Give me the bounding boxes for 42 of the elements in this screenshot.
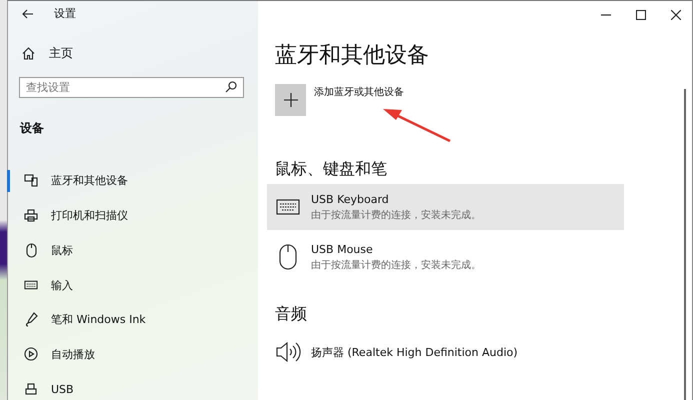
close-icon <box>671 10 681 20</box>
device-item[interactable]: 扬声器 (Realtek High Definition Audio) <box>267 329 624 375</box>
sidebar-item[interactable]: 自动播放 <box>7 344 258 366</box>
search-icon <box>225 81 237 94</box>
device-name: USB Keyboard <box>311 192 390 206</box>
sidebar-item[interactable]: 打印机和扫描仪 <box>7 204 258 227</box>
device-icon <box>24 174 38 188</box>
add-device-link[interactable]: 添加蓝牙或其他设备 <box>314 85 404 99</box>
device-status: 由于按流量计费的连接，安装未完成。 <box>311 258 481 272</box>
usb-icon <box>25 383 37 396</box>
scrollbar[interactable] <box>684 89 686 400</box>
annotation-arrow <box>382 107 452 143</box>
section-title: 设备 <box>20 120 45 138</box>
sidebar-item[interactable]: USB <box>7 378 258 400</box>
device-name: USB Mouse <box>311 242 374 256</box>
back-button[interactable] <box>20 6 36 21</box>
device-status: 由于按流量计费的连接，安装未完成。 <box>311 208 481 222</box>
add-device-button[interactable] <box>275 84 306 116</box>
mouse-icon <box>279 244 297 270</box>
sidebar-item[interactable]: 输入 <box>7 274 258 296</box>
sidebar-item[interactable]: 笔和 Windows Ink <box>7 308 258 331</box>
section-heading: 音频 <box>275 304 308 325</box>
device-item[interactable]: USB Keyboard 由于按流量计费的连接，安装未完成。 <box>267 184 624 230</box>
mouse-icon <box>26 242 36 258</box>
play-circle-icon <box>24 347 38 362</box>
device-name: 扬声器 (Realtek High Definition Audio) <box>311 344 518 360</box>
search-field[interactable]: 查找设置 <box>19 77 244 98</box>
printer-icon <box>24 209 38 222</box>
window-title: 设置 <box>54 6 76 22</box>
pen-icon <box>24 312 38 328</box>
keyboard-icon <box>24 280 38 290</box>
plus-icon <box>284 93 298 107</box>
section-heading: 鼠标、键盘和笔 <box>275 159 388 180</box>
device-item[interactable]: USB Mouse 由于按流量计费的连接，安装未完成。 <box>267 234 624 280</box>
keyboard-icon <box>276 199 300 215</box>
speaker-icon <box>275 340 301 364</box>
home-icon <box>22 47 35 60</box>
sidebar-item[interactable]: 鼠标 <box>7 240 258 262</box>
back-arrow-icon <box>22 8 34 19</box>
home-link[interactable]: 主页 <box>22 45 258 62</box>
page-heading: 蓝牙和其他设备 <box>275 42 430 70</box>
maximize-icon <box>636 10 646 20</box>
